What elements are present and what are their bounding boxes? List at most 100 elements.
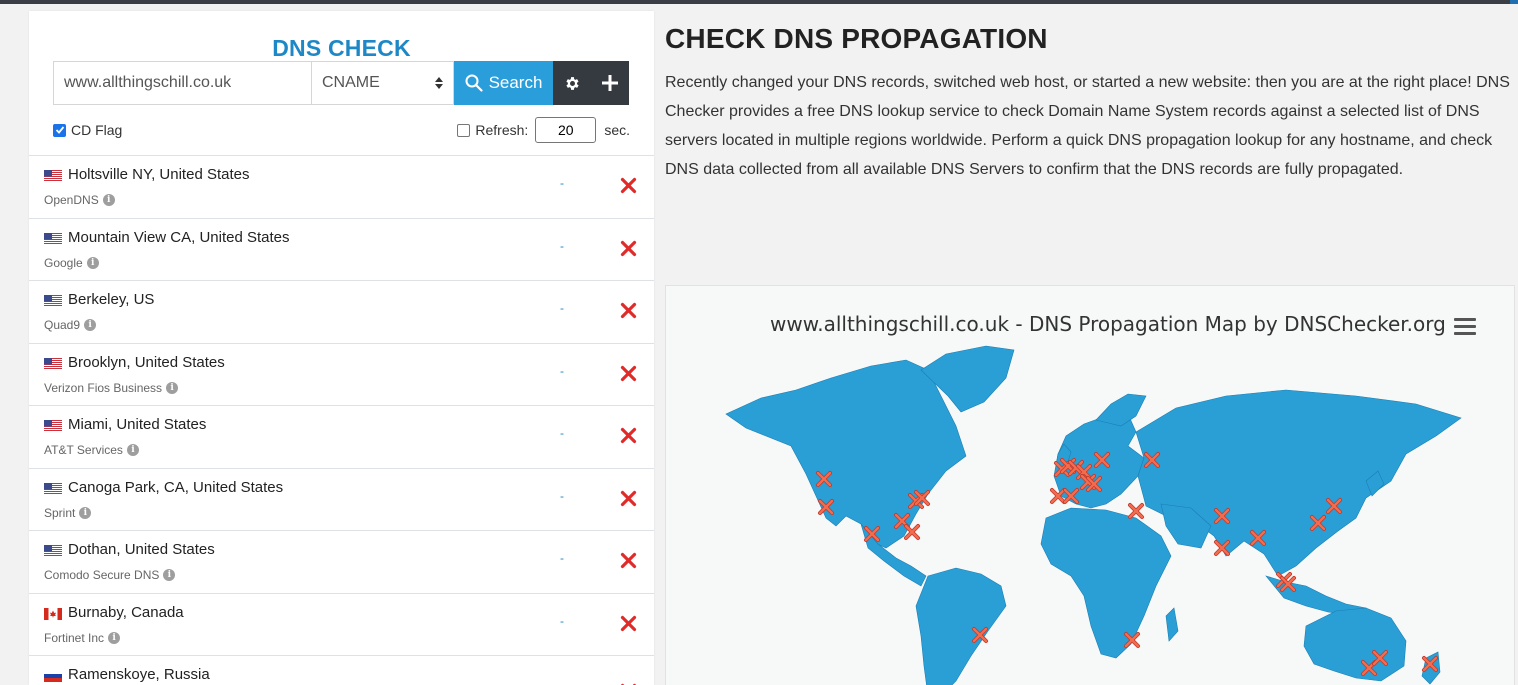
x-icon	[620, 177, 637, 194]
result-value: -	[560, 426, 564, 440]
refresh-checkbox[interactable]	[457, 123, 471, 137]
refresh-label: Refresh:	[475, 122, 529, 138]
search-button-label: Search	[488, 73, 543, 92]
server-location: Mountain View CA, United States	[68, 228, 290, 246]
gear-icon	[565, 76, 579, 90]
add-button[interactable]	[591, 61, 629, 105]
settings-button[interactable]	[553, 61, 591, 105]
server-provider: Quad9 i	[44, 318, 97, 332]
provider-name: Quad9	[44, 318, 81, 332]
search-button[interactable]: Search	[454, 61, 553, 105]
world-map	[725, 345, 1462, 685]
refresh-interval-input[interactable]: 20	[535, 117, 597, 143]
cd-flag-checkbox[interactable]	[53, 123, 66, 137]
top-bar	[0, 0, 1518, 4]
us-flag-icon	[44, 294, 62, 307]
result-row[interactable]: Canoga Park, CA, United States Sprint i -	[29, 469, 654, 531]
result-row[interactable]: Holtsville NY, United States OpenDNS i -	[29, 156, 654, 219]
hamburger-menu-icon[interactable]	[1454, 318, 1476, 336]
cd-flag-option: CD Flag	[53, 122, 122, 138]
provider-name: OpenDNS	[44, 193, 99, 207]
us-flag-icon	[44, 482, 62, 495]
provider-name: Google	[44, 255, 83, 270]
x-icon	[620, 240, 637, 256]
info-icon[interactable]: i	[102, 194, 115, 206]
us-flag-icon	[44, 419, 62, 432]
info-icon[interactable]: i	[126, 444, 139, 456]
landmass	[725, 359, 967, 549]
result-row[interactable]: Burnaby, Canada Fortinet Inc i -	[29, 594, 654, 656]
server-provider: Sprint i	[44, 506, 92, 520]
record-type-select[interactable]: CNAME	[311, 61, 454, 105]
top-bar-accent	[1510, 0, 1518, 4]
us-flag-icon	[44, 357, 62, 370]
server-provider: Verizon Fios Business i	[44, 380, 179, 395]
info-icon[interactable]: i	[84, 319, 97, 331]
record-type-value: CNAME	[322, 74, 380, 91]
info-icon[interactable]: i	[86, 256, 99, 269]
result-row[interactable]: Brooklyn, United States Verizon Fios Busi…	[29, 344, 654, 406]
server-location: Berkeley, US	[68, 291, 155, 308]
select-arrows-icon	[435, 77, 443, 89]
server-location: Burnaby, Canada	[68, 603, 184, 621]
x-icon	[620, 615, 637, 631]
landmass	[1095, 393, 1147, 427]
info-icon[interactable]: i	[79, 506, 92, 519]
result-value: -	[560, 613, 564, 628]
x-icon	[620, 427, 637, 444]
landmass	[915, 567, 1007, 685]
landmass	[1165, 607, 1179, 642]
x-icon	[620, 490, 637, 506]
provider-name: Comodo Secure DNS	[44, 568, 160, 582]
search-icon	[465, 74, 483, 92]
ru-flag-icon	[44, 669, 62, 682]
propagation-map: www.allthingschill.co.uk - DNS Propagati…	[665, 285, 1515, 685]
dns-check-panel: DNS CHECK CNAME Search CD Flag Refresh: …	[29, 11, 654, 685]
result-row[interactable]: Ramenskoye, Russia	[29, 656, 654, 685]
result-row[interactable]: Mountain View CA, United States Google i -	[29, 219, 654, 281]
result-row[interactable]: Berkeley, US Quad9 i -	[29, 281, 654, 344]
server-location: Dothan, United States	[68, 541, 215, 558]
result-row[interactable]: Miami, United States AT&T Services i -	[29, 406, 654, 469]
results-list: Holtsville NY, United States OpenDNS i - Mou…	[29, 155, 654, 685]
refresh-option: Refresh: 20 sec.	[457, 117, 630, 143]
server-location: Canoga Park, CA, United States	[68, 478, 284, 496]
landmass	[1303, 607, 1407, 682]
server-provider: Fortinet Inc i	[44, 631, 121, 645]
landmass	[1135, 389, 1462, 577]
info-icon[interactable]: i	[163, 569, 176, 581]
panel-title: DNS CHECK	[272, 35, 411, 61]
result-row[interactable]: Dothan, United States Comodo Secure DNS i -	[29, 531, 654, 594]
result-value: -	[560, 301, 564, 315]
result-value: -	[560, 551, 564, 565]
server-provider: OpenDNS i	[44, 193, 115, 207]
check-icon	[55, 126, 64, 134]
server-provider: Google i	[44, 256, 99, 270]
domain-input[interactable]	[53, 61, 311, 105]
us-flag-icon	[44, 169, 62, 182]
x-icon	[620, 552, 637, 569]
map-title: www.allthingschill.co.uk - DNS Propagati…	[770, 312, 1446, 336]
server-location: Miami, United States	[68, 416, 207, 433]
options-row: CD Flag Refresh: 20 sec.	[53, 117, 630, 143]
result-value: -	[560, 176, 564, 190]
result-value: -	[560, 238, 564, 253]
info-icon[interactable]: i	[166, 381, 179, 394]
server-location: Holtsville NY, United States	[68, 166, 250, 183]
provider-name: Verizon Fios Business	[44, 380, 163, 395]
info-icon[interactable]: i	[108, 631, 121, 644]
server-location: Ramenskoye, Russia	[68, 666, 210, 683]
map-marker[interactable]	[904, 524, 920, 540]
ca-flag-icon	[44, 607, 62, 620]
server-provider: Comodo Secure DNS i	[44, 568, 176, 582]
result-value: -	[560, 363, 564, 378]
map-marker[interactable]	[1128, 503, 1144, 519]
page-title: CHECK DNS PROPAGATION	[665, 23, 1048, 54]
plus-icon	[602, 75, 618, 91]
search-form: CNAME Search	[53, 61, 629, 105]
us-flag-icon	[44, 232, 62, 245]
result-value: -	[560, 488, 564, 503]
us-flag-icon	[44, 544, 62, 557]
landmass	[1040, 507, 1172, 659]
server-provider: AT&T Services i	[44, 443, 139, 457]
